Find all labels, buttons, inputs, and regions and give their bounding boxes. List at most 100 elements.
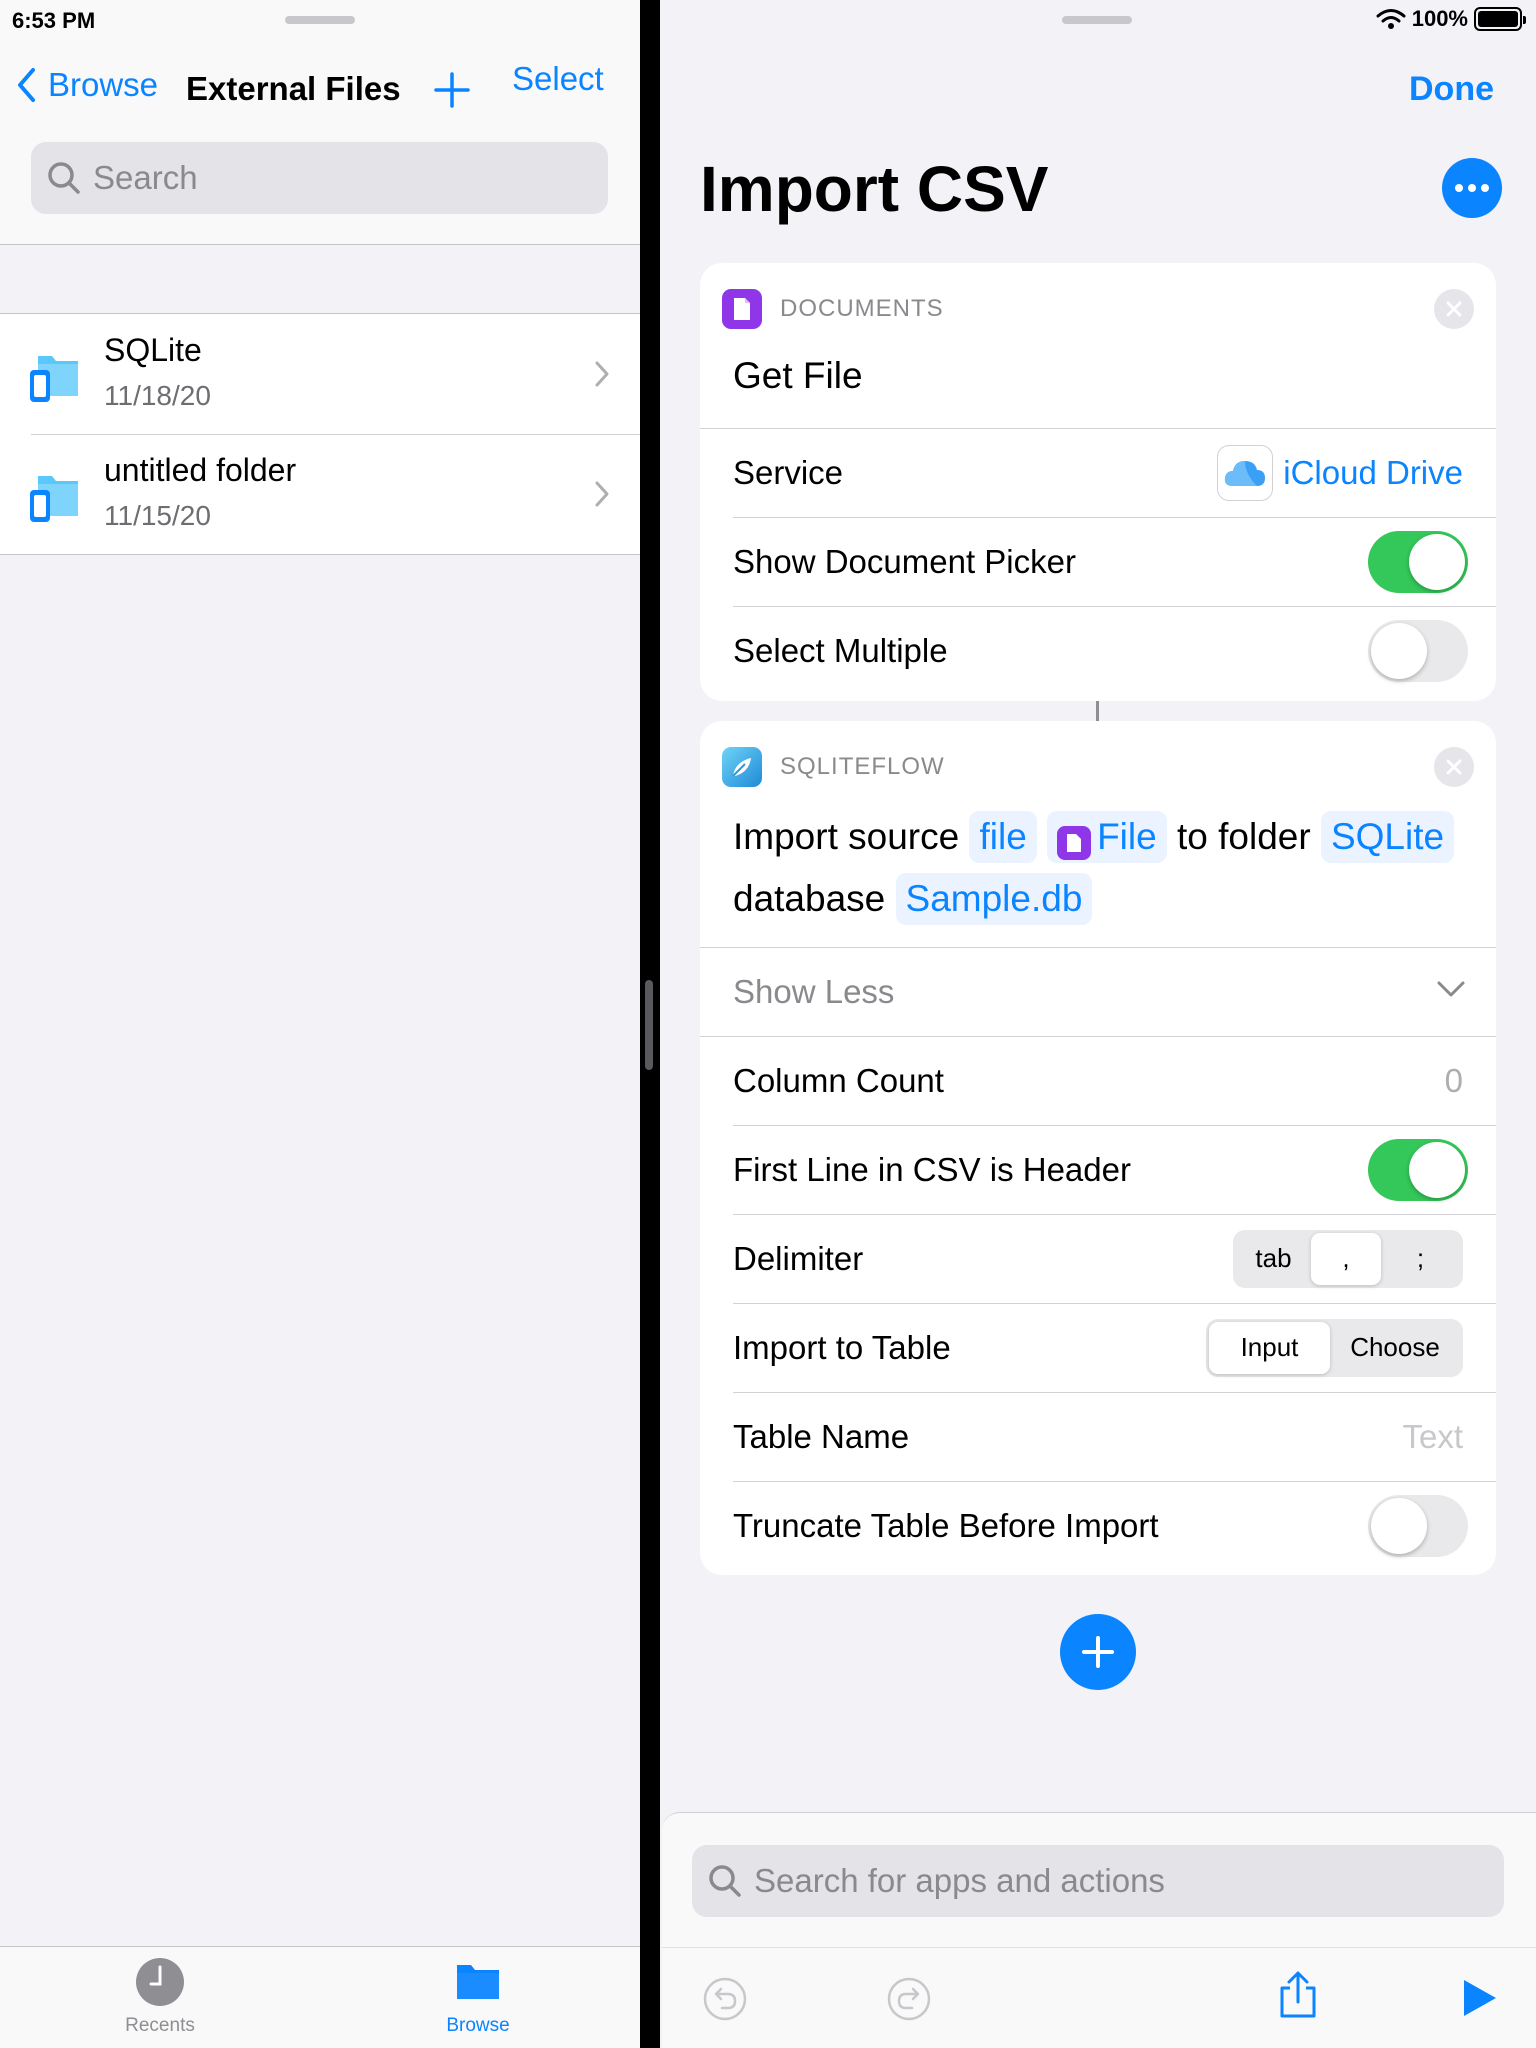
tab-label: Recents	[125, 2015, 195, 2036]
card-app-label: SQLITEFLOW	[780, 753, 945, 780]
action-sentence: Import source file File to folder SQLite…	[733, 806, 1473, 930]
editor-toolbar	[662, 1947, 1536, 2048]
chevron-right-icon	[595, 481, 609, 507]
shortcut-editor: 100% Done Import CSV DOCUMENTS Get File …	[660, 0, 1536, 2048]
source-parameter[interactable]: file	[969, 811, 1037, 863]
clock-icon	[136, 1958, 184, 2006]
show-less-button[interactable]: Show Less	[700, 947, 1496, 1036]
play-icon[interactable]	[1462, 1978, 1498, 2018]
page-title: External Files	[186, 70, 401, 107]
plus-icon[interactable]	[433, 71, 471, 109]
action-connector	[1096, 701, 1099, 721]
select-multiple-toggle[interactable]	[1368, 619, 1468, 682]
document-icon	[734, 298, 750, 320]
action-card-get-file: DOCUMENTS Get File Service iCloud Drive …	[700, 263, 1496, 701]
table-name-input[interactable]	[1263, 1417, 1463, 1456]
status-time: 6:53 PM	[12, 8, 96, 33]
select-button[interactable]: Select	[512, 60, 604, 98]
select-multiple-row: Select Multiple	[700, 606, 1496, 695]
service-label: Service	[733, 454, 844, 491]
status-indicators: 100%	[1376, 6, 1526, 32]
import-table-row: Import to Table Input Choose	[700, 1303, 1496, 1392]
delimiter-label: Delimiter	[733, 1239, 864, 1277]
remove-action-button[interactable]	[1434, 289, 1474, 329]
folder-icon	[457, 1965, 499, 1999]
file-name: untitled folder	[104, 452, 297, 488]
service-row: Service iCloud Drive	[700, 428, 1496, 517]
delimiter-option-semicolon[interactable]: ;	[1381, 1233, 1460, 1285]
files-pane: 6:53 PM Browse External Files Select SQL…	[0, 0, 640, 2048]
files-header: 6:53 PM Browse External Files Select	[0, 0, 640, 245]
column-count-row: Column Count	[700, 1036, 1496, 1125]
search-icon	[709, 1865, 741, 1897]
import-table-segmented-control: Input Choose	[1206, 1318, 1463, 1377]
header-toggle[interactable]	[1368, 1138, 1468, 1201]
header-label: First Line in CSV is Header	[733, 1150, 1131, 1188]
column-count-input[interactable]	[1343, 1062, 1463, 1100]
file-date: 11/18/20	[104, 380, 211, 411]
wifi-icon	[1376, 9, 1406, 29]
actions-sheet	[662, 1812, 1536, 2048]
truncate-row: Truncate Table Before Import	[700, 1481, 1496, 1570]
back-label: Browse	[48, 66, 159, 103]
table-name-row: Table Name	[700, 1392, 1496, 1481]
card-header: DOCUMENTS	[722, 289, 944, 329]
pane-grabber[interactable]	[1062, 16, 1132, 24]
search-icon	[48, 162, 80, 194]
feather-icon	[732, 758, 751, 777]
tab-browse[interactable]: Browse	[418, 1957, 538, 2037]
folder-parameter[interactable]: SQLite	[1320, 811, 1455, 863]
table-name-label: Table Name	[733, 1417, 910, 1455]
folder-phone-icon	[30, 356, 78, 402]
card-header: SQLITEFLOW	[722, 747, 945, 787]
import-option-choose[interactable]: Choose	[1330, 1322, 1460, 1374]
add-action-button[interactable]	[1060, 1614, 1136, 1690]
document-icon	[1057, 826, 1092, 860]
pane-grabber[interactable]	[285, 16, 355, 24]
column-count-label: Column Count	[733, 1062, 944, 1099]
close-icon	[1446, 759, 1462, 775]
service-value: iCloud Drive	[1283, 454, 1463, 491]
list-item[interactable]: untitled folder 11/15/20	[0, 434, 640, 554]
list-item[interactable]: SQLite 11/18/20	[0, 314, 640, 434]
close-icon	[1446, 301, 1462, 317]
search-input[interactable]	[93, 159, 573, 197]
done-button[interactable]: Done	[1409, 70, 1494, 109]
file-variable-label: File	[1097, 816, 1157, 857]
redo-icon[interactable]	[886, 1976, 932, 2022]
file-variable-token[interactable]: File	[1047, 811, 1167, 863]
back-button[interactable]: Browse	[16, 66, 158, 104]
delimiter-row: Delimiter tab , ;	[700, 1214, 1496, 1303]
truncate-toggle[interactable]	[1368, 1494, 1468, 1557]
delimiter-option-tab[interactable]: tab	[1236, 1233, 1311, 1285]
share-icon[interactable]	[1276, 1970, 1320, 2020]
delimiter-option-comma[interactable]: ,	[1311, 1232, 1381, 1285]
sentence-text: Import source	[733, 816, 960, 857]
show-picker-label: Show Document Picker	[733, 542, 1076, 580]
database-parameter[interactable]: Sample.db	[895, 873, 1093, 925]
tab-recents[interactable]: Recents	[100, 1957, 220, 2037]
icloud-icon	[1217, 445, 1274, 501]
show-picker-toggle[interactable]	[1368, 530, 1468, 593]
folder-phone-icon	[30, 476, 78, 522]
remove-action-button[interactable]	[1434, 747, 1474, 787]
service-picker[interactable]: iCloud Drive	[1217, 445, 1463, 501]
action-card-import-csv: SQLITEFLOW Import source file File to fo…	[700, 721, 1496, 1575]
actions-search-input[interactable]	[754, 1862, 1494, 1900]
tab-bar: Recents Browse	[0, 1946, 640, 2048]
more-button[interactable]	[1442, 158, 1502, 218]
file-date: 11/15/20	[104, 500, 211, 531]
show-less-label: Show Less	[733, 973, 895, 1010]
file-name: SQLite	[104, 332, 202, 368]
import-table-label: Import to Table	[733, 1328, 951, 1366]
sentence-text: database	[733, 878, 886, 919]
import-option-input[interactable]: Input	[1209, 1321, 1330, 1374]
file-list: SQLite 11/18/20 untitled folder 11/15/20	[0, 313, 640, 555]
chevron-down-icon	[1437, 981, 1465, 997]
battery-icon	[1474, 7, 1526, 31]
undo-icon[interactable]	[702, 1976, 748, 2022]
actions-search-bar[interactable]	[692, 1845, 1504, 1917]
shortcut-title[interactable]: Import CSV	[700, 152, 1048, 226]
search-bar[interactable]	[31, 142, 608, 214]
split-handle[interactable]	[645, 980, 653, 1070]
